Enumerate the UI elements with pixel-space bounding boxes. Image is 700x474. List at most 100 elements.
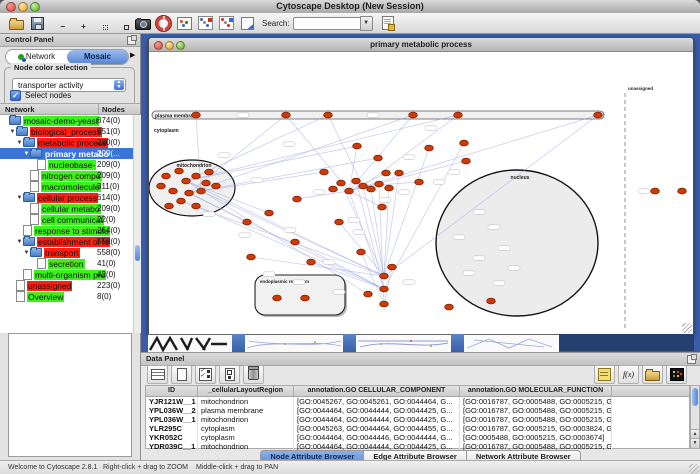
expand-arrow-icon[interactable]: ▼	[16, 195, 23, 201]
graph-node[interactable]	[320, 169, 329, 175]
formula-icon[interactable]	[618, 365, 639, 384]
nodes-layer[interactable]	[157, 112, 687, 310]
expand-arrow-icon[interactable]: ▼	[23, 250, 30, 256]
graph-node[interactable]	[162, 173, 171, 179]
tree-row-nucleobase-[interactable]: nucleobase-209(0)	[0, 159, 133, 170]
graph-node[interactable]	[352, 178, 361, 184]
zoom-in-icon[interactable]	[69, 14, 90, 32]
snapshot-icon[interactable]	[132, 14, 153, 32]
network-window-titlebar[interactable]: primary metabolic process	[149, 38, 693, 52]
expand-arrow-icon[interactable]: ▼	[16, 140, 23, 146]
view-resize-grip[interactable]	[682, 323, 692, 333]
graph-node[interactable]	[367, 186, 376, 192]
background-window-thumbnail[interactable]	[245, 334, 343, 352]
column-header[interactable]: annotation.GO MOLECULAR_FUNCTION	[460, 386, 612, 396]
graph-node[interactable]	[651, 188, 660, 194]
graph-node[interactable]	[243, 219, 252, 225]
tree-row-transport[interactable]: ▼transport558(0)	[0, 247, 133, 258]
graph-node[interactable]	[202, 180, 211, 186]
graph-node[interactable]	[425, 145, 434, 151]
scroll-down-icon[interactable]: ▼	[691, 438, 699, 448]
import-network-icon[interactable]	[195, 14, 216, 32]
float-panel-icon[interactable]	[127, 36, 136, 45]
edge[interactable]	[384, 148, 429, 276]
graph-node[interactable]	[192, 112, 201, 118]
minimize-view-button[interactable]	[165, 41, 174, 50]
import-table-icon[interactable]	[216, 14, 237, 32]
minimize-window-button[interactable]	[18, 2, 28, 12]
graph-node[interactable]	[395, 170, 404, 176]
table-row[interactable]: YJR121W__1mitochondrion[GO:0045267, GO:0…	[146, 397, 689, 406]
graph-node[interactable]	[445, 304, 454, 310]
close-view-button[interactable]	[154, 41, 163, 50]
tree-row-cellular-metabo[interactable]: cellular metabo209(0)	[0, 203, 133, 214]
graph-node[interactable]	[307, 259, 316, 265]
tree-row-cell-communicat[interactable]: cell communicat22(0)	[0, 214, 133, 225]
search-dropdown-button[interactable]: ▼	[360, 16, 373, 31]
graph-node[interactable]	[364, 291, 373, 297]
graph-node[interactable]	[385, 185, 394, 191]
network-canvas[interactable]: plasma membrane cytoplasm nucleus mitoch…	[149, 52, 693, 334]
graph-node[interactable]	[382, 170, 391, 176]
graph-node[interactable]	[197, 188, 206, 194]
graph-node[interactable]	[324, 112, 333, 118]
graph-node[interactable]	[460, 140, 469, 146]
zoom-out-icon[interactable]	[48, 14, 69, 32]
graph-node[interactable]	[185, 190, 194, 196]
tree-row-cellular-process[interactable]: ▼cellular process614(0)	[0, 192, 133, 203]
nodes-column-header[interactable]: Nodes	[98, 104, 140, 114]
graph-node[interactable]	[247, 254, 256, 260]
zoom-window-button[interactable]	[30, 2, 40, 12]
column-header[interactable]: annotation.GO CELLULAR_COMPONENT	[294, 386, 460, 396]
tabs-overflow-arrow[interactable]: ▶	[130, 51, 135, 59]
graph-node[interactable]	[345, 188, 354, 194]
help-icon[interactable]	[153, 14, 174, 32]
tree-row-establishment-of-lo[interactable]: ▼establishment of lo558(0)	[0, 236, 133, 247]
delete-attribute-icon[interactable]	[243, 365, 264, 384]
zoom-selected-icon[interactable]	[90, 14, 111, 32]
select-attributes-icon[interactable]	[195, 365, 216, 384]
table-row[interactable]: YLR295Ccytoplasm[GO:0045263, GO:0044464,…	[146, 424, 689, 433]
tree-row-mosaic-demo-yeast[interactable]: mosaic-demo-yeast874(0)	[0, 115, 133, 126]
graph-node[interactable]	[177, 198, 186, 204]
tree-row-primary-metabo[interactable]: ▼primary metabo209(...	[0, 148, 133, 159]
graph-node[interactable]	[594, 112, 603, 118]
graph-node[interactable]	[357, 249, 366, 255]
tab-network[interactable]: Network	[6, 50, 67, 64]
table-row[interactable]: YPL036W__2plasma membrane[GO:0044464, GO…	[146, 406, 689, 415]
matrix-icon[interactable]	[666, 365, 687, 384]
select-nodes-checkbox[interactable]: ✓	[10, 90, 21, 101]
edge[interactable]	[349, 115, 598, 191]
graph-node[interactable]	[380, 273, 389, 279]
graph-node[interactable]	[291, 239, 300, 245]
graph-node[interactable]	[454, 112, 463, 118]
graph-node[interactable]	[282, 112, 291, 118]
save-session-icon[interactable]	[27, 14, 48, 32]
new-attribute-icon[interactable]	[171, 365, 192, 384]
graph-node[interactable]	[388, 264, 397, 270]
tree-scrollbar[interactable]	[133, 115, 141, 333]
table-scrollbar[interactable]: ▲ ▼	[690, 385, 700, 449]
graph-node[interactable]	[212, 183, 221, 189]
open-session-icon[interactable]	[6, 14, 27, 32]
background-window-thumbnail[interactable]	[464, 334, 559, 352]
expand-arrow-icon[interactable]: ▼	[23, 151, 30, 157]
graph-node[interactable]	[337, 180, 346, 186]
expand-arrow-icon[interactable]: ▼	[9, 129, 16, 135]
network-manager-icon[interactable]	[174, 14, 195, 32]
graph-node[interactable]	[265, 210, 274, 216]
table-row[interactable]: YKR052Ccytoplasm[GO:0044464, GO:0044446,…	[146, 433, 689, 442]
tree-row-macromolecule[interactable]: macromolecule311(0)	[0, 181, 133, 192]
background-window-thumbnail[interactable]	[148, 334, 232, 352]
label-icon[interactable]	[594, 365, 615, 384]
tree-row-unassigned[interactable]: unassigned223(0)	[0, 280, 133, 291]
table-row[interactable]: YPL036W__1mitochondrion[GO:0044464, GO:0…	[146, 415, 689, 424]
search-input[interactable]	[293, 17, 360, 30]
graph-node[interactable]	[353, 143, 362, 149]
graph-node[interactable]	[415, 179, 424, 185]
attribute-editor-icon[interactable]	[378, 14, 399, 32]
birdseye-view[interactable]	[8, 333, 132, 457]
graph-node[interactable]	[678, 188, 687, 194]
graph-node[interactable]	[378, 204, 387, 210]
graph-node[interactable]	[462, 158, 471, 164]
